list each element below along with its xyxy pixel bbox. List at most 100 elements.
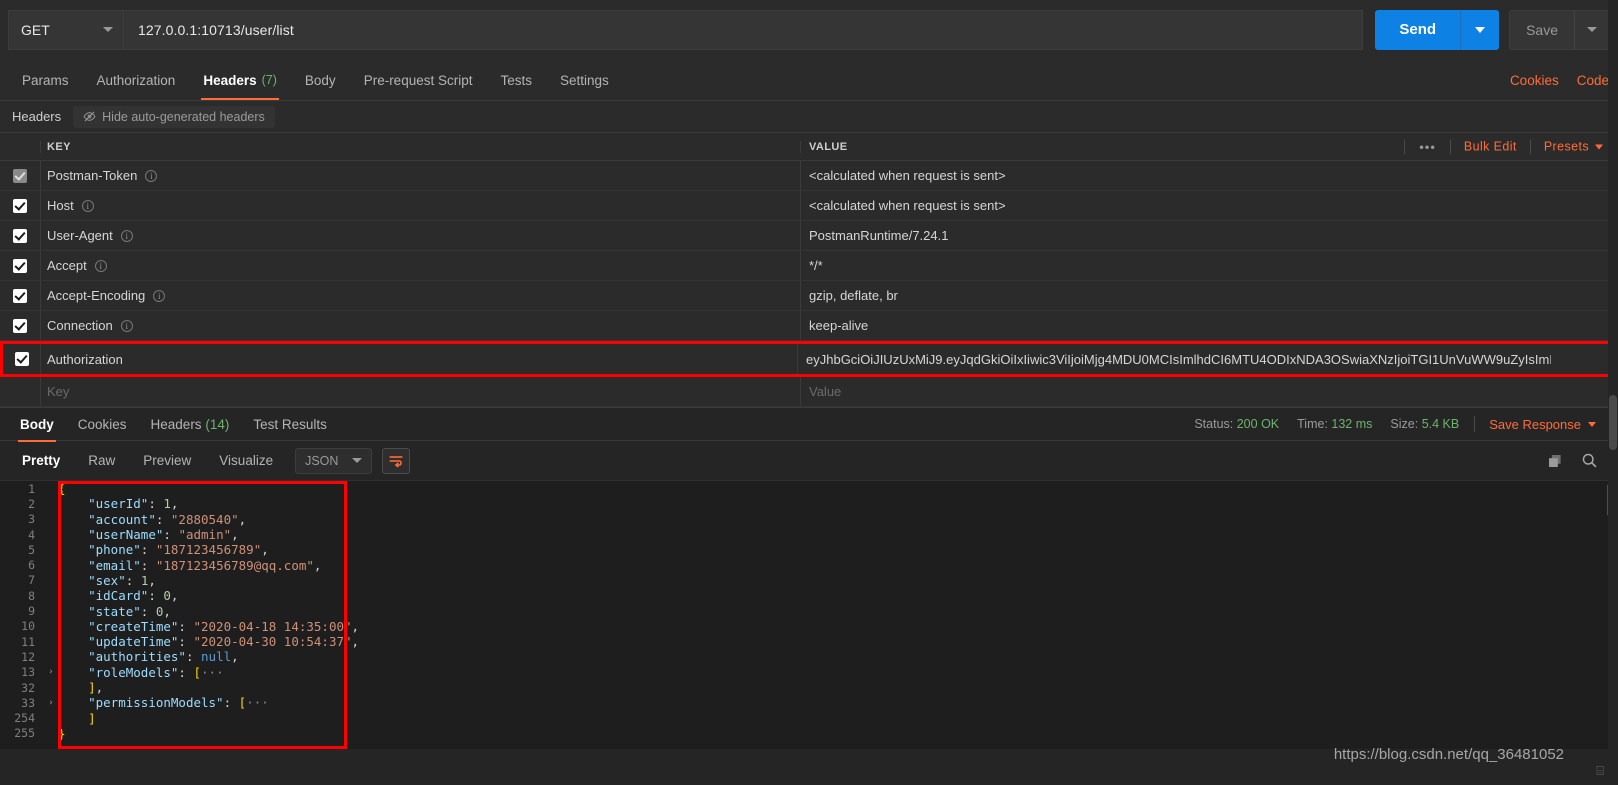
code-token: : bbox=[125, 572, 141, 588]
fold-toggle-icon[interactable]: › bbox=[44, 667, 58, 677]
http-method-value: GET bbox=[21, 21, 50, 38]
row-key-cell[interactable]: User-Agent i bbox=[40, 221, 800, 250]
table-row[interactable]: Accept-Encoding i gzip, deflate, br bbox=[0, 281, 1618, 311]
line-number: 33 bbox=[21, 695, 35, 710]
presets-button[interactable]: Presets bbox=[1535, 140, 1612, 154]
code-token: : bbox=[155, 511, 171, 527]
tab-headers[interactable]: Headers (7) bbox=[189, 60, 291, 100]
row-checkbox-cell bbox=[0, 281, 40, 310]
row-checkbox[interactable] bbox=[13, 258, 27, 273]
line-number: 10 bbox=[21, 619, 35, 634]
row-checkbox[interactable] bbox=[13, 288, 27, 303]
response-tab-test-results[interactable]: Test Results bbox=[241, 408, 339, 441]
row-key-cell[interactable]: Postman-Token i bbox=[40, 161, 800, 190]
response-body-code[interactable]: 1{2 "userId": 1, 3 "account": "2880540", 4… bbox=[0, 481, 1618, 749]
info-icon[interactable]: i bbox=[145, 169, 158, 182]
code-token: "2020-04-18 14:35:00" bbox=[193, 618, 352, 634]
tab-tests[interactable]: Tests bbox=[486, 60, 546, 100]
tab-body[interactable]: Body bbox=[291, 60, 350, 100]
body-view-raw[interactable]: Raw bbox=[74, 441, 129, 481]
wrap-lines-button[interactable] bbox=[382, 447, 411, 474]
code-text: "updateTime": "2020-04-30 10:54:37", bbox=[58, 634, 359, 649]
page-scrollbar[interactable] bbox=[1608, 0, 1618, 785]
row-value-cell[interactable]: keep-alive bbox=[800, 311, 1618, 340]
row-checkbox[interactable] bbox=[14, 352, 29, 366]
row-value-cell[interactable]: <calculated when request is sent> bbox=[800, 161, 1618, 190]
body-view-preview[interactable]: Preview bbox=[129, 441, 205, 481]
code-token: , bbox=[231, 527, 239, 543]
info-icon[interactable]: i bbox=[153, 289, 166, 302]
headers-subbar: Headers Hide auto-generated headers bbox=[0, 101, 1618, 133]
row-value-cell[interactable]: <calculated when request is sent> bbox=[800, 191, 1618, 220]
code-text: "roleModels": [··· bbox=[58, 665, 223, 680]
response-tab-headers[interactable]: Headers (14) bbox=[139, 408, 242, 441]
save-response-button[interactable]: Save Response bbox=[1481, 417, 1604, 432]
tab-pre-request-script[interactable]: Pre-request Script bbox=[350, 60, 487, 100]
code-text: "account": "2880540", bbox=[58, 512, 246, 527]
status-badge: Status: 200 OK bbox=[1185, 417, 1288, 431]
tab-label: Pre-request Script bbox=[363, 72, 473, 88]
row-value-cell[interactable]: gzip, deflate, br bbox=[800, 281, 1618, 310]
response-tab-cookies[interactable]: Cookies bbox=[66, 408, 139, 441]
send-dropdown-button[interactable] bbox=[1461, 10, 1499, 50]
new-key-input[interactable]: Key bbox=[40, 377, 800, 406]
info-icon[interactable]: i bbox=[120, 319, 133, 332]
response-tab-body[interactable]: Body bbox=[8, 408, 66, 442]
row-key-cell[interactable]: Accept i bbox=[40, 251, 800, 280]
cookies-link[interactable]: Cookies bbox=[1501, 60, 1568, 100]
send-button[interactable]: Send bbox=[1375, 9, 1500, 50]
row-checkbox[interactable] bbox=[13, 228, 27, 243]
tab-label: Headers bbox=[150, 416, 202, 432]
bulk-edit-button[interactable]: Bulk Edit bbox=[1455, 140, 1526, 154]
code-token: : bbox=[223, 695, 239, 711]
info-icon[interactable]: i bbox=[81, 199, 94, 212]
row-checkbox[interactable] bbox=[13, 198, 27, 213]
row-value-text: PostmanRuntime/7.24.1 bbox=[809, 228, 949, 243]
row-value-cell[interactable]: eyJhbGciOiJIUzUxMiJ9.eyJqdGkiOiIxIiwic3V… bbox=[797, 344, 1615, 374]
code-token: , bbox=[163, 603, 171, 619]
row-key-cell[interactable]: Host i bbox=[40, 191, 800, 220]
info-icon[interactable]: i bbox=[94, 259, 107, 272]
body-view-visualize[interactable]: Visualize bbox=[205, 441, 287, 481]
body-view-pretty[interactable]: Pretty bbox=[8, 441, 74, 481]
table-row[interactable]: Accept i */* bbox=[0, 251, 1618, 281]
save-dropdown-button[interactable] bbox=[1575, 11, 1609, 49]
tab-params[interactable]: Params bbox=[8, 60, 83, 100]
table-row[interactable]: Postman-Token i <calculated when request… bbox=[0, 161, 1618, 191]
row-value-cell[interactable]: PostmanRuntime/7.24.1 bbox=[800, 221, 1618, 250]
new-value-input[interactable]: Value bbox=[800, 377, 1618, 406]
row-key-text: Accept-Encoding bbox=[47, 288, 146, 303]
search-button[interactable] bbox=[1572, 444, 1606, 478]
table-row[interactable]: User-Agent i PostmanRuntime/7.24.1 bbox=[0, 221, 1618, 251]
gutter-divider bbox=[58, 481, 59, 749]
tab-settings[interactable]: Settings bbox=[546, 60, 623, 100]
table-row-authorization[interactable]: Authorization eyJhbGciOiJIUzUxMiJ9.eyJqd… bbox=[0, 341, 1618, 377]
row-checkbox[interactable] bbox=[13, 318, 27, 333]
more-options-button[interactable]: ••• bbox=[1409, 139, 1446, 154]
request-url-input[interactable]: 127.0.0.1:10713/user/list bbox=[123, 9, 1364, 50]
code-line: 254 ] bbox=[0, 710, 1618, 726]
page-scrollbar-thumb[interactable] bbox=[1609, 395, 1617, 450]
table-row-empty[interactable]: Key Value bbox=[0, 377, 1618, 407]
row-value-cell[interactable]: */* bbox=[800, 251, 1618, 280]
tab-label: Tests bbox=[500, 72, 532, 88]
request-url-bar: GET 127.0.0.1:10713/user/list Send Save bbox=[0, 0, 1618, 60]
row-key-cell[interactable]: Connection i bbox=[40, 311, 800, 340]
fold-toggle-icon[interactable]: › bbox=[44, 698, 58, 708]
save-button[interactable]: Save bbox=[1509, 9, 1610, 50]
response-format-select[interactable]: JSON bbox=[295, 447, 373, 474]
tab-authorization[interactable]: Authorization bbox=[83, 60, 190, 100]
row-key-text: Host bbox=[47, 198, 74, 213]
row-checkbox[interactable] bbox=[13, 168, 27, 183]
hide-auto-generated-headers-button[interactable]: Hide auto-generated headers bbox=[73, 105, 275, 128]
row-key-cell[interactable]: Accept-Encoding i bbox=[40, 281, 800, 310]
code-text: } bbox=[58, 726, 66, 741]
row-checkbox-cell bbox=[3, 344, 40, 374]
copy-button[interactable] bbox=[1538, 444, 1572, 478]
table-row[interactable]: Host i <calculated when request is sent> bbox=[0, 191, 1618, 221]
info-icon[interactable]: i bbox=[120, 229, 133, 242]
code-token: "authorities" bbox=[88, 649, 186, 665]
table-row[interactable]: Connection i keep-alive bbox=[0, 311, 1618, 341]
row-key-cell[interactable]: Authorization bbox=[40, 344, 797, 374]
http-method-select[interactable]: GET bbox=[8, 9, 123, 50]
